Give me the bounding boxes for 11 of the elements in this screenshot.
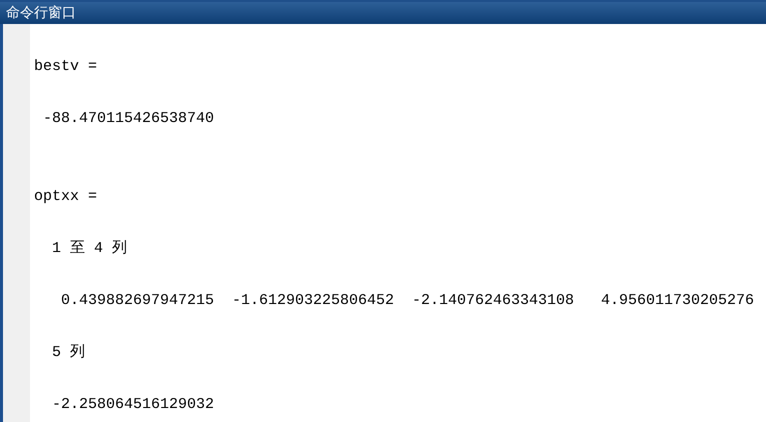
variable-label: optxx = bbox=[34, 187, 98, 207]
output-value: -88.470115426538740 bbox=[42, 109, 214, 129]
output-value: -2.140762463343108 bbox=[412, 291, 574, 311]
column-range-label: 1 至 4 列 bbox=[52, 239, 128, 259]
output-value: 0.439882697947215 bbox=[60, 291, 214, 311]
window-title: 命令行窗口 bbox=[6, 4, 76, 22]
output-value: -1.612903225806452 bbox=[232, 291, 394, 311]
column-range-label: 5 列 bbox=[52, 343, 86, 363]
output-value: 4.956011730205276 bbox=[601, 291, 754, 311]
output-value: -2.258064516129032 bbox=[52, 395, 214, 415]
variable-label: bestv = bbox=[34, 57, 98, 77]
